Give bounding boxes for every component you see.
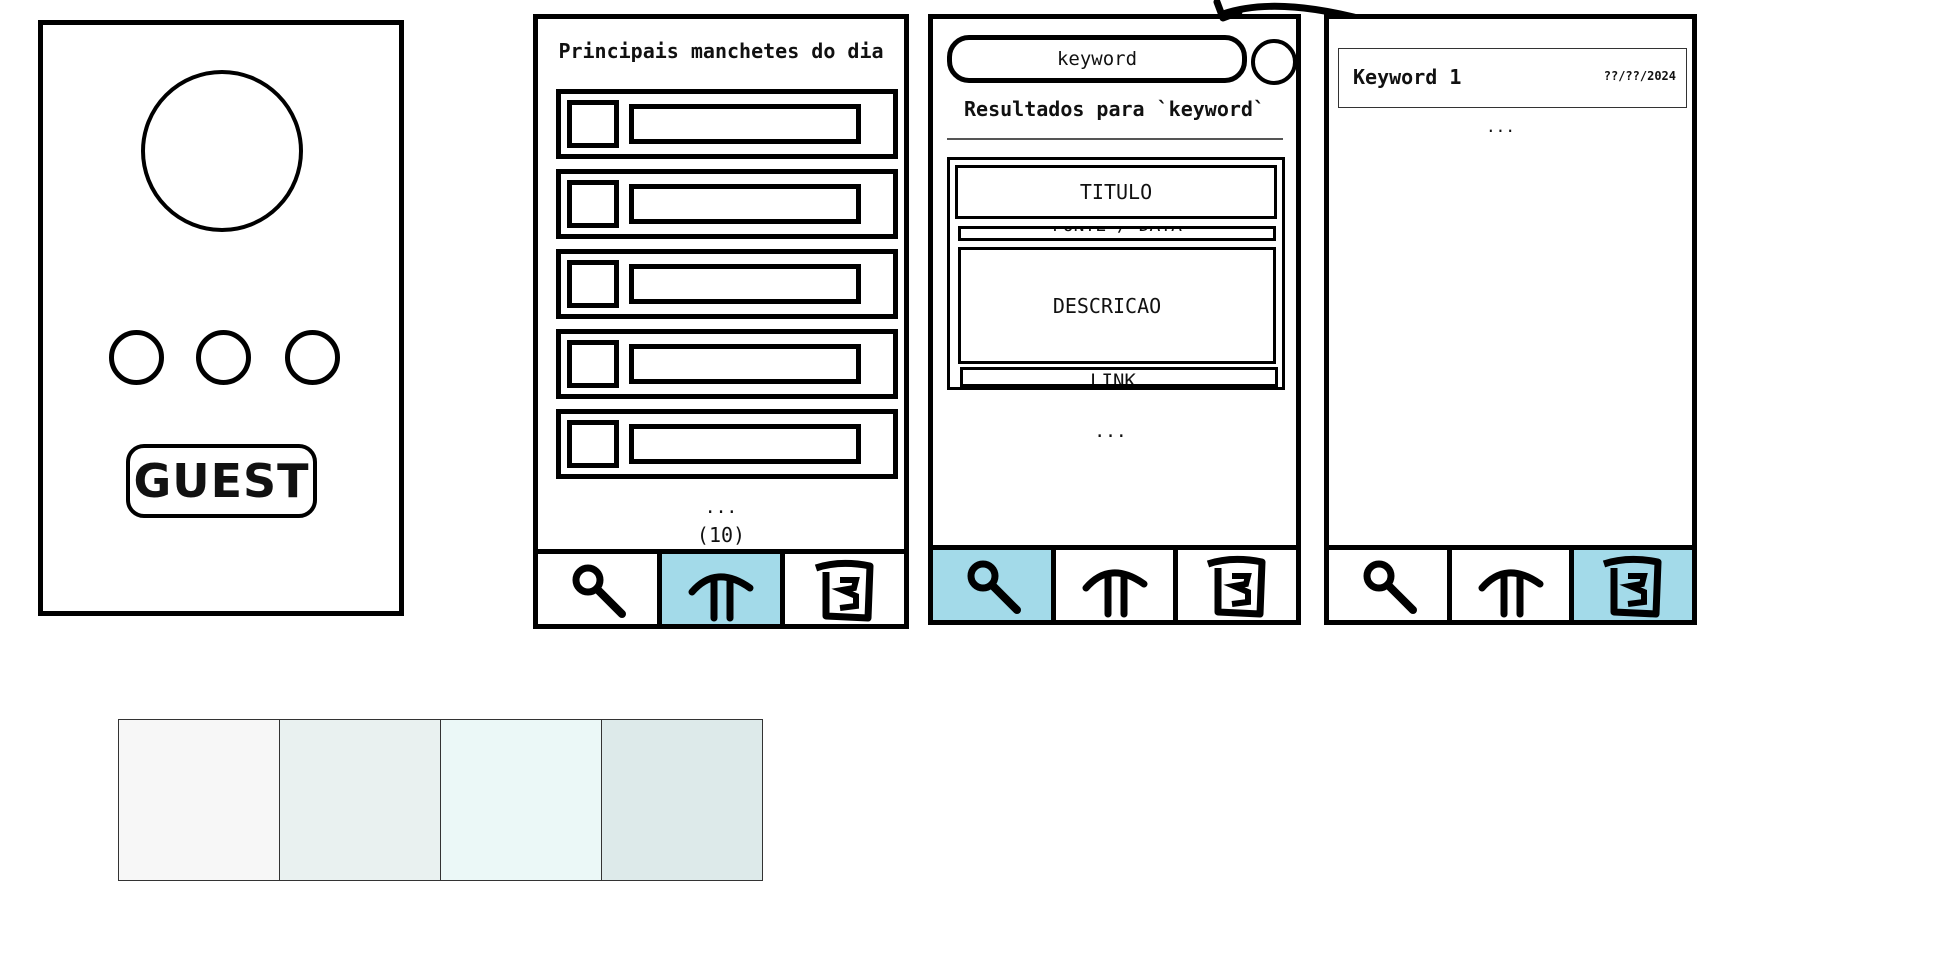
headline-thumbnail: [567, 260, 619, 308]
result-description-label: DESCRICAO: [1052, 293, 1162, 318]
headline-thumbnail: [567, 340, 619, 388]
saved-keyword-date: ??/??/2024: [1603, 69, 1676, 83]
palette-swatch-1: [118, 719, 280, 881]
divider: [947, 138, 1283, 140]
bottom-nav: [933, 545, 1296, 620]
more-ellipsis: ...: [704, 497, 738, 518]
social-login-button-1[interactable]: [109, 330, 164, 385]
headline-item[interactable]: [556, 409, 898, 479]
nav-search-tab[interactable]: [1329, 550, 1452, 620]
bottom-nav: [538, 549, 904, 624]
more-saved-ellipsis: ...: [1486, 117, 1515, 136]
headline-text-placeholder: [629, 184, 861, 224]
result-source-date: FONTE / DATA: [958, 226, 1276, 241]
headline-thumbnail: [567, 180, 619, 228]
nav-home-tab[interactable]: [1056, 550, 1179, 620]
nav-home-tab[interactable]: [1452, 550, 1575, 620]
nav-saved-tab[interactable]: [1178, 550, 1296, 620]
palette-swatch-4: [601, 719, 763, 881]
home-icon: [688, 573, 754, 622]
headline-item[interactable]: [556, 329, 898, 399]
result-description: DESCRICAO: [958, 247, 1276, 364]
home-screen: Principais manchetes do dia ... (10): [533, 14, 909, 629]
results-heading: Resultados para `keyword`: [963, 97, 1266, 121]
headline-thumbnail: [567, 420, 619, 468]
search-submit-button[interactable]: [1251, 39, 1297, 85]
nav-search-tab[interactable]: [933, 550, 1056, 620]
palette-swatch-2: [279, 719, 441, 881]
social-login-button-3[interactable]: [285, 330, 340, 385]
search-icon: [572, 564, 627, 618]
headline-thumbnail: [567, 100, 619, 148]
result-source-date-label: FONTE / DATA: [1052, 229, 1182, 236]
headline-text-placeholder: [629, 264, 861, 304]
page-title: Principais manchetes do dia: [558, 39, 884, 63]
home-icon: [1478, 569, 1543, 618]
search-input-value: keyword: [1056, 48, 1138, 70]
guest-button-label: GUEST: [133, 454, 310, 508]
search-input[interactable]: keyword: [947, 35, 1247, 83]
result-link[interactable]: LINK: [960, 367, 1278, 387]
saved-document-icon: [1207, 555, 1266, 618]
headline-count: (10): [696, 523, 746, 547]
result-title-label: TITULO: [1079, 180, 1153, 204]
result-title: TITULO: [955, 165, 1277, 219]
headline-text-placeholder: [629, 424, 861, 464]
headline-text-placeholder: [629, 344, 861, 384]
palette-swatch-3: [440, 719, 602, 881]
search-screen: keyword Resultados para `keyword` TITULO…: [928, 14, 1301, 625]
result-card[interactable]: TITULO FONTE / DATA DESCRICAO LINK: [947, 157, 1285, 390]
headline-text-placeholder: [629, 104, 861, 144]
saved-screen: Keyword 1 ??/??/2024 ...: [1324, 14, 1697, 625]
nav-saved-tab[interactable]: [785, 554, 904, 624]
search-icon: [967, 560, 1021, 614]
nav-search-tab[interactable]: [538, 554, 662, 624]
nav-saved-tab[interactable]: [1574, 550, 1693, 620]
saved-keyword-item[interactable]: Keyword 1 ??/??/2024: [1338, 48, 1687, 108]
social-login-button-2[interactable]: [196, 330, 251, 385]
saved-document-icon: [1603, 555, 1662, 618]
login-screen: GUEST: [38, 20, 404, 616]
avatar-placeholder[interactable]: [141, 70, 303, 232]
wireframe-canvas: { "screen_login": { "guest_label": "GUES…: [0, 0, 1941, 974]
headline-item[interactable]: [556, 169, 898, 239]
more-results-ellipsis: ...: [1094, 421, 1127, 442]
home-icon: [1082, 569, 1147, 618]
headline-item[interactable]: [556, 89, 898, 159]
headline-item[interactable]: [556, 249, 898, 319]
guest-button[interactable]: GUEST: [126, 444, 317, 518]
saved-document-icon: [814, 559, 874, 622]
result-link-label: LINK: [1090, 370, 1136, 387]
search-icon: [1363, 560, 1417, 614]
nav-home-tab[interactable]: [661, 554, 786, 624]
saved-keyword-label: Keyword 1: [1353, 65, 1462, 89]
bottom-nav: [1329, 545, 1693, 620]
